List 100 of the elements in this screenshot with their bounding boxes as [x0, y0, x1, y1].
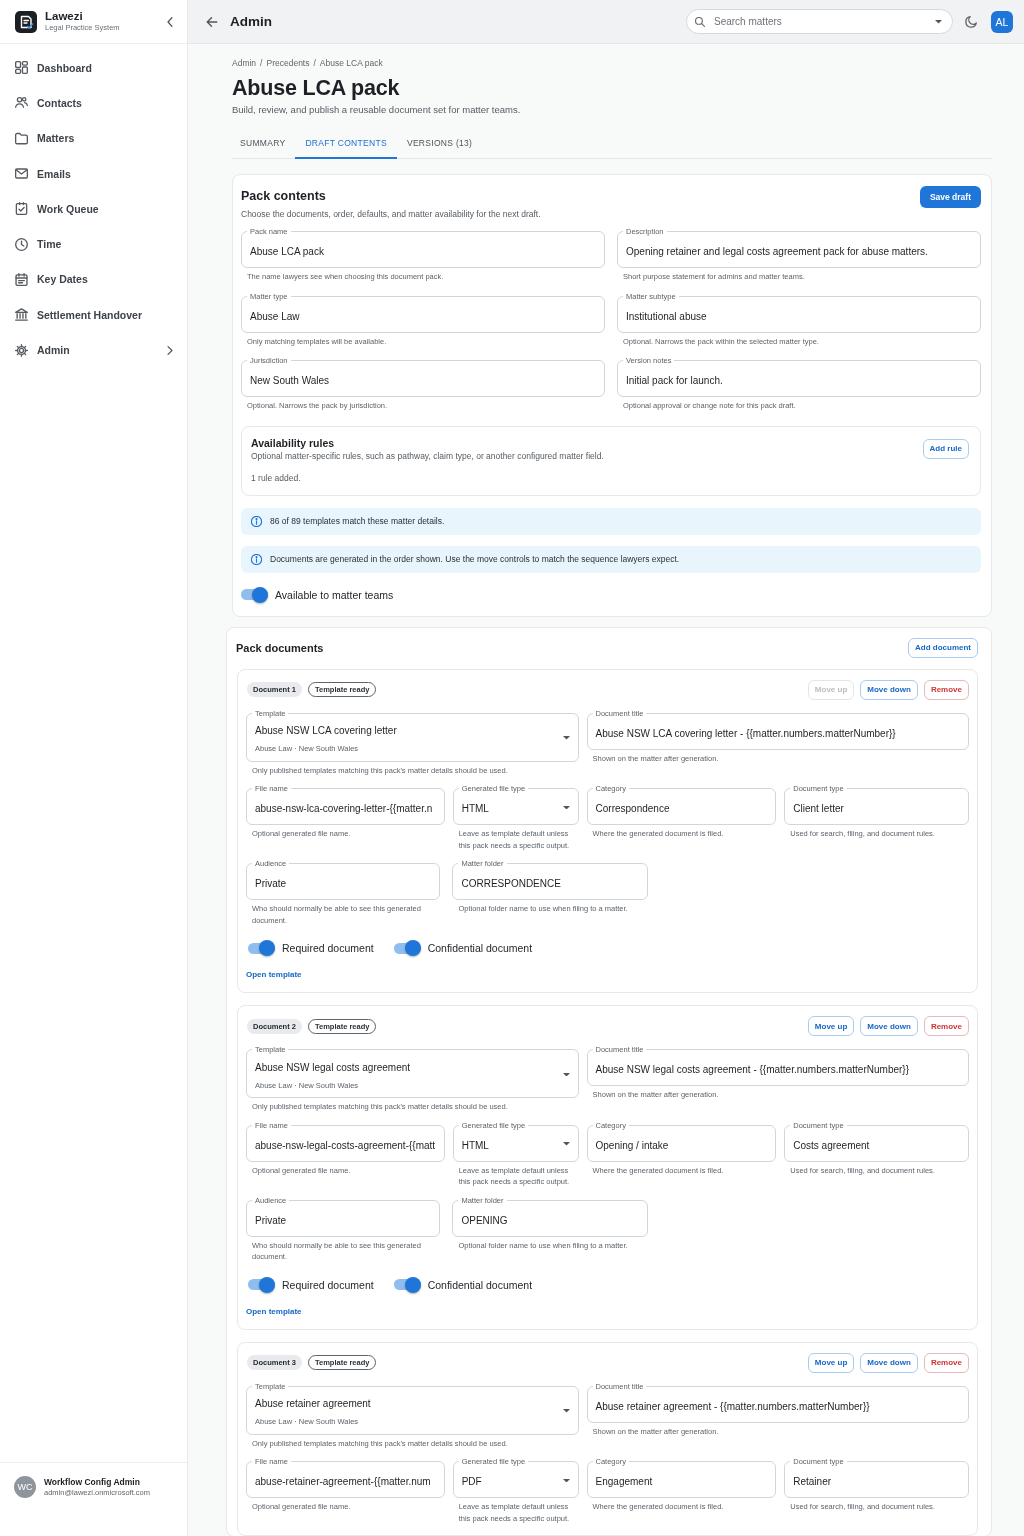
search-icon — [695, 16, 705, 27]
field-value: New South Wales — [250, 374, 331, 387]
gear-icon — [15, 343, 28, 357]
section-title: Availability rules — [251, 435, 336, 450]
toggle-switch[interactable] — [241, 586, 268, 603]
brand-name: Lawezi — [45, 10, 84, 23]
breadcrumb-link[interactable]: Admin — [232, 57, 257, 69]
toggle-switch[interactable] — [393, 940, 421, 956]
clipboard-check-icon — [15, 202, 28, 216]
caret-down-icon — [562, 1478, 570, 1483]
field-value: PDF — [461, 1475, 483, 1488]
field-value: Abuse LCA pack — [250, 245, 325, 258]
remove-button[interactable]: Remove — [923, 679, 969, 700]
moon-icon[interactable] — [965, 15, 977, 28]
move-button[interactable]: Move down — [860, 1016, 918, 1036]
open-template-link[interactable]: Open template — [246, 970, 302, 979]
alert-text: Documents are generated in the order shown. Use the move controls to match the sequence lawyers expect. — [270, 553, 680, 565]
field-value: Abuse Law — [250, 309, 301, 323]
caret-down-icon — [562, 805, 570, 810]
field-value: Costs agreement — [793, 1138, 871, 1152]
user-name: Workflow Config Admin — [44, 1477, 141, 1488]
page-title: Abuse LCA pack — [232, 75, 401, 102]
remove-button[interactable]: Remove — [923, 1352, 969, 1373]
toggle-switch[interactable] — [248, 1276, 275, 1293]
field-value: Institutional abuse — [626, 309, 708, 323]
clock-icon — [15, 237, 28, 251]
move-button[interactable]: Move up — [807, 1016, 855, 1036]
field-value: Correspondence — [595, 802, 671, 815]
field-value: abuse-nsw-lca-covering-letter-{{matter.n — [255, 802, 434, 815]
caret-down-icon — [562, 1142, 570, 1146]
field-value: Abuse retainer agreement - {{matter.numbers.matterNumber}} — [595, 1399, 871, 1413]
remove-button[interactable]: Remove — [923, 1016, 969, 1036]
grid-icon — [15, 61, 28, 75]
breadcrumb-current: Abuse LCA pack — [319, 57, 383, 69]
field-value: Abuse retainer agreement — [255, 1397, 372, 1410]
breadcrumb-link[interactable]: Precedents — [266, 57, 310, 69]
field-value: OPENING — [461, 1213, 509, 1227]
caret-down-icon — [562, 1072, 570, 1077]
move-button[interactable]: Move down — [860, 1352, 918, 1373]
tab[interactable]: VERSIONS (13) — [396, 129, 483, 159]
add-document-button[interactable]: Add document — [908, 637, 978, 658]
rule-count: 1 rule added. — [251, 471, 302, 484]
info-icon — [251, 515, 262, 527]
page-subtitle: Build, review, and publish a reusable document set for matter teams. — [232, 103, 522, 117]
field-value: Opening / intake — [595, 1138, 670, 1152]
nav-item[interactable]: Time — [0, 226, 187, 262]
section-title: Pack contents — [241, 188, 327, 204]
caret-down-icon — [562, 1409, 570, 1413]
nav-item[interactable]: Admin — [0, 332, 187, 368]
field-value: Opening retainer and legal costs agreement pack for abuse matters. — [626, 245, 929, 258]
nav-item[interactable]: Dashboard — [0, 50, 187, 86]
header-title: Admin — [230, 14, 272, 29]
user-avatar: WC — [14, 1476, 36, 1498]
user-avatar[interactable]: AL — [991, 10, 1013, 33]
field-value: Retainer — [793, 1475, 833, 1488]
tab[interactable]: DRAFT CONTENTS — [295, 129, 397, 159]
toggle-label: Confidential document — [427, 941, 533, 955]
section-description: Optional matter-specific rules, such as pathway, claim type, or another configured matter field. — [251, 449, 604, 463]
search-field[interactable]: Search matters — [686, 9, 953, 34]
section-title: Pack documents — [236, 640, 324, 655]
document-logo-icon — [15, 10, 37, 33]
toggle-switch[interactable] — [248, 940, 275, 956]
add-rule-button[interactable]: Add rule — [922, 438, 969, 459]
toggle-label: Required document — [282, 941, 374, 955]
chevron-left-icon[interactable] — [167, 16, 173, 27]
chevron-right-icon — [167, 345, 173, 355]
field-value: CORRESPONDENCE — [461, 877, 562, 890]
toggle-switch[interactable] — [393, 1276, 421, 1293]
field-value: Client letter — [793, 802, 845, 815]
back-arrow-icon[interactable] — [206, 16, 218, 27]
field-value: Abuse NSW legal costs agreement - {{matter.numbers.matterNumber}} — [595, 1063, 910, 1076]
field-value: Private — [255, 1213, 288, 1227]
field-value: HTML — [461, 1138, 490, 1152]
field-value: Initial pack for launch. — [626, 374, 724, 387]
field-value: abuse-retainer-agreement-{{matter.num — [255, 1475, 432, 1488]
nav-item[interactable]: Contacts — [0, 85, 187, 121]
field-value: Engagement — [595, 1475, 654, 1488]
toggle-label: Required document — [282, 1277, 374, 1292]
nav-item[interactable]: Matters — [0, 120, 187, 156]
toggle-label: Available to matter teams — [275, 587, 394, 602]
calendar-icon — [15, 272, 28, 286]
nav-item[interactable]: Settlement Handover — [0, 297, 187, 333]
breadcrumb-separator: / — [260, 57, 263, 69]
nav-item[interactable]: Key Dates — [0, 261, 187, 298]
nav-item[interactable]: Emails — [0, 155, 187, 192]
caret-down-icon — [935, 20, 942, 24]
move-button[interactable]: Move up — [807, 1352, 855, 1373]
people-icon — [15, 96, 28, 110]
tab[interactable]: SUMMARY — [232, 129, 296, 159]
field-value: Abuse NSW LCA covering letter - {{matter.numbers.matterNumber}} — [595, 726, 897, 740]
save-draft-button[interactable]: Save draft — [919, 186, 981, 208]
bank-icon — [15, 308, 28, 322]
open-template-link[interactable]: Open template — [246, 1306, 302, 1316]
nav-item[interactable]: Work Queue — [0, 191, 187, 227]
field-value: Abuse NSW legal costs agreement — [255, 1060, 412, 1074]
field-value: Abuse NSW LCA covering letter — [255, 724, 398, 737]
toggle-label: Confidential document — [427, 1277, 533, 1292]
move-button[interactable]: Move down — [860, 679, 918, 700]
folder-icon — [15, 131, 28, 145]
alert-text: 86 of 89 templates match these matter details. — [270, 515, 445, 527]
